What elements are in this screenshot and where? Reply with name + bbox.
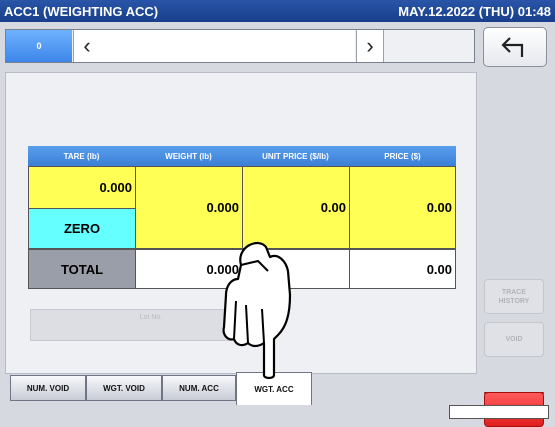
header-unit-price: UNIT PRICE ($/lb) <box>242 146 350 166</box>
screen-title: ACC1 (WEIGHTING ACC) <box>4 4 159 19</box>
item-name-field[interactable] <box>100 30 355 62</box>
back-arrow-icon <box>501 37 524 57</box>
zero-button[interactable]: ZERO <box>28 208 136 249</box>
status-field <box>449 405 549 419</box>
tab-num-void[interactable]: NUM. VOID <box>10 375 86 401</box>
title-bar: ACC1 (WEIGHTING ACC) MAY.12.2022 (THU) 0… <box>0 0 555 22</box>
next-button[interactable]: › <box>356 30 384 62</box>
number-tab[interactable]: 0 <box>6 30 72 62</box>
pointing-hand-icon <box>222 241 292 380</box>
datetime: MAY.12.2022 (THU) 01:48 <box>398 4 551 19</box>
header-tare: TARE (lb) <box>28 146 136 166</box>
item-selector-row: 0 ‹ › <box>5 29 475 63</box>
price-value[interactable]: 0.00 <box>349 166 456 249</box>
tab-wgt-void[interactable]: WGT. VOID <box>86 375 162 401</box>
trace-history-button[interactable]: TRACE HISTORY <box>484 279 544 314</box>
chevron-right-icon: › <box>366 33 374 58</box>
tare-value[interactable]: 0.000 <box>28 166 136 209</box>
total-price: 0.00 <box>349 249 456 289</box>
total-label: TOTAL <box>28 249 136 289</box>
chevron-left-icon: ‹ <box>83 33 91 58</box>
back-button[interactable] <box>483 27 547 67</box>
previous-button[interactable]: ‹ <box>73 30 101 62</box>
header-price: PRICE ($) <box>349 146 456 166</box>
void-button[interactable]: VOID <box>484 322 544 357</box>
header-weight: WEIGHT (lb) <box>135 146 243 166</box>
